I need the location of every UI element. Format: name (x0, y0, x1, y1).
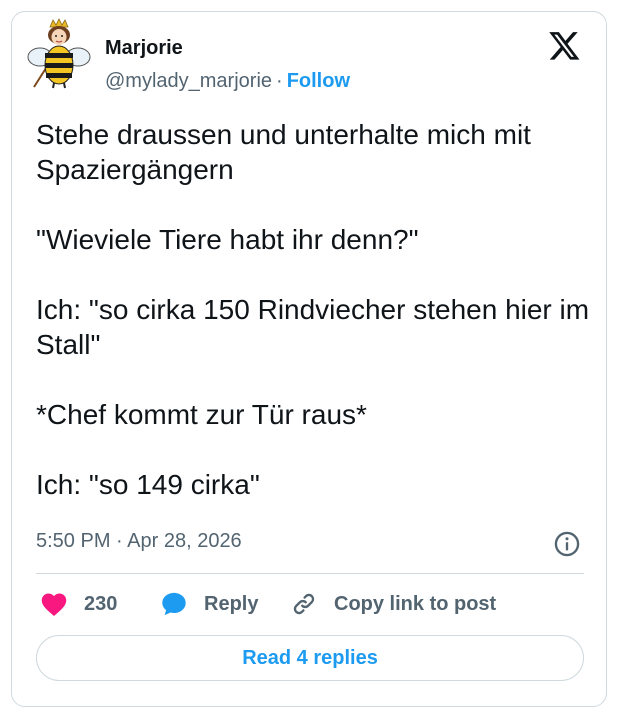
tweet-timestamp[interactable]: 5:50 PM · Apr 28, 2026 (36, 530, 242, 553)
follow-button[interactable]: Follow (287, 70, 350, 92)
x-logo-icon[interactable] (548, 31, 581, 62)
author-handle-line: @mylady_marjorie · Follow (105, 70, 350, 93)
read-replies-button[interactable]: Read 4 replies (36, 635, 584, 681)
link-icon (293, 593, 315, 615)
author-name[interactable]: Marjorie (105, 37, 183, 60)
like-count: 230 (84, 592, 118, 615)
separator-dot: · (276, 70, 283, 92)
reply-button[interactable]: Reply (160, 589, 258, 619)
tweet-text: Stehe draussen und unterhalte mich mit S… (36, 117, 591, 537)
info-icon[interactable] (553, 530, 581, 558)
author-handle[interactable]: @mylady_marjorie (105, 70, 272, 92)
tweet-paragraph: Ich: "so cirka 150 Rindviecher stehen hi… (36, 294, 590, 360)
copy-link-label: Copy link to post (334, 592, 497, 615)
tweet-paragraph: Stehe draussen und unterhalte mich mit S… (36, 119, 531, 185)
tweet-paragraph: Ich: "so 149 cirka" (36, 469, 260, 500)
avatar[interactable] (26, 17, 92, 89)
copy-link-button[interactable]: Copy link to post (290, 589, 496, 619)
read-replies-label: Read 4 replies (242, 646, 378, 669)
like-button[interactable]: 230 (40, 589, 117, 619)
divider (36, 573, 584, 574)
reply-label: Reply (204, 592, 259, 615)
heart-icon (41, 593, 67, 617)
speech-bubble-icon (162, 592, 186, 616)
tweet-paragraph: *Chef kommt zur Tür raus* (36, 399, 367, 430)
tweet-paragraph: "Wieviele Tiere habt ihr denn?" (36, 224, 419, 255)
